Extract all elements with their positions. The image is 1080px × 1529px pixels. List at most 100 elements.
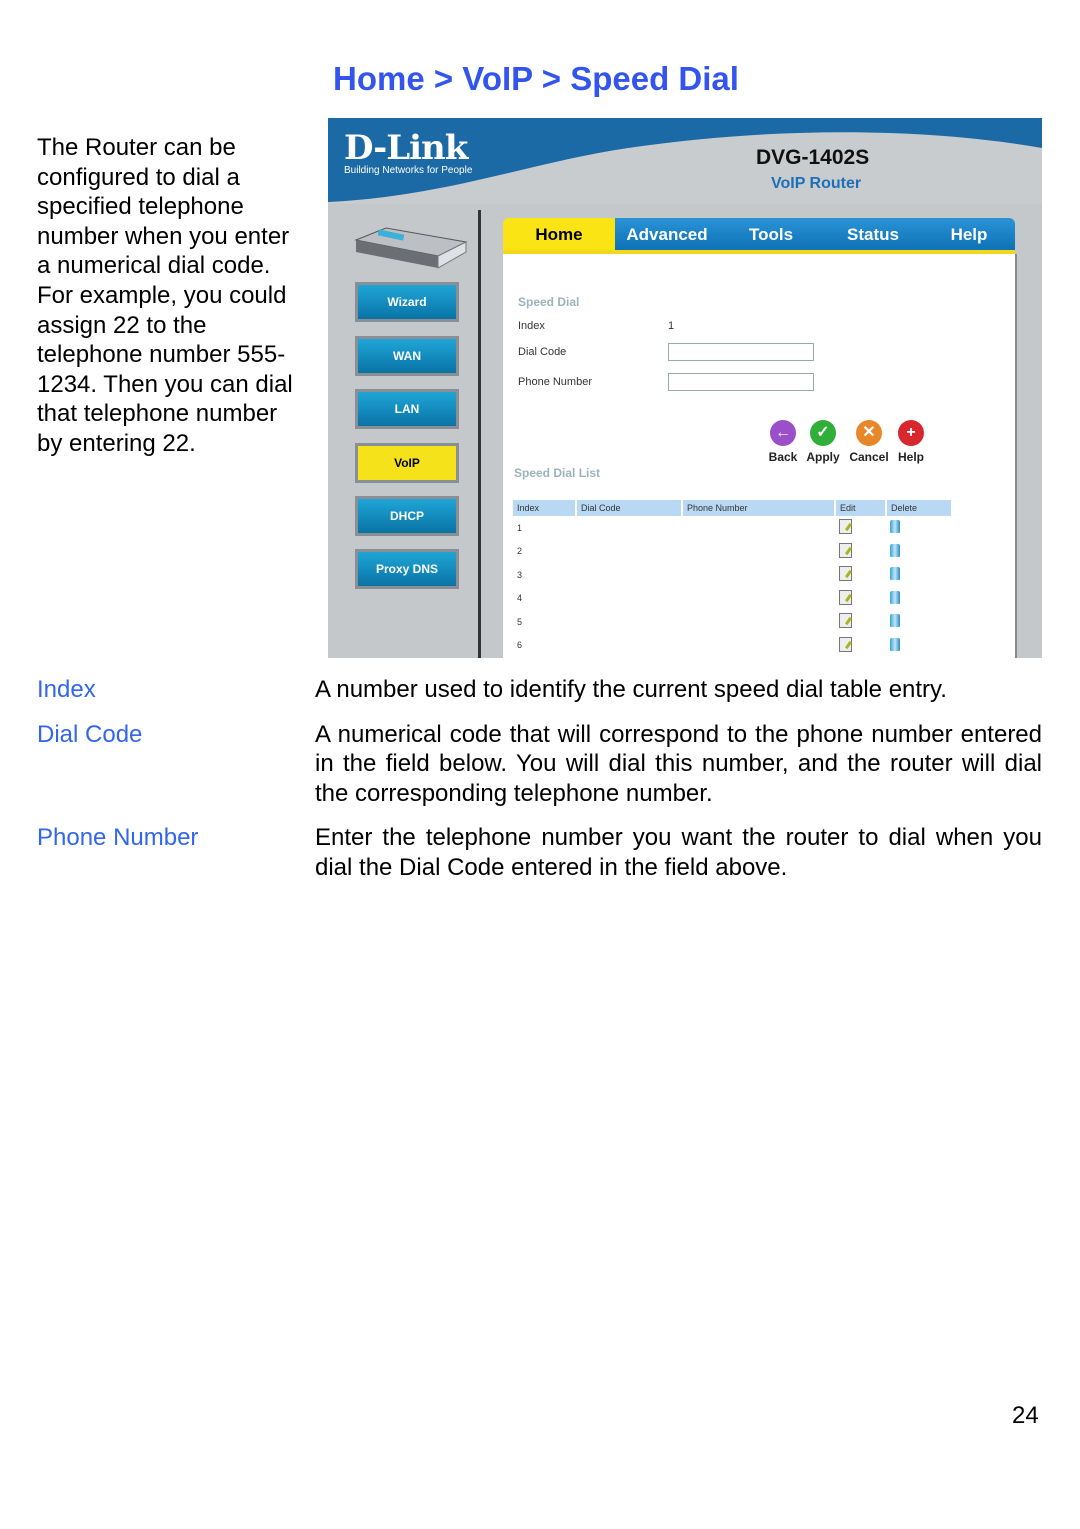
sidebar-label: Proxy DNS: [375, 562, 439, 576]
index-label: Index: [518, 320, 545, 332]
trash-icon[interactable]: [890, 520, 900, 534]
trash-icon[interactable]: [890, 543, 900, 557]
sidebar-label: Wizard: [387, 295, 427, 309]
phone-number-input[interactable]: [668, 373, 814, 391]
edit-icon[interactable]: [839, 636, 852, 652]
definition-description: Enter the telephone number you want the …: [315, 824, 1042, 881]
cell-dial-code: [576, 563, 682, 587]
definition-term: Dial Code: [37, 720, 143, 748]
table-header-row: Index Dial Code Phone Number Edit Delete: [513, 500, 953, 516]
sidebar-lan-button[interactable]: LAN: [355, 389, 459, 429]
phone-number-label: Phone Number: [518, 376, 592, 388]
index-value: 1: [668, 320, 675, 332]
action-label: Help: [897, 450, 924, 464]
definition-list: Index A number used to identify the curr…: [37, 675, 1042, 898]
trash-icon[interactable]: [890, 590, 900, 604]
trash-icon[interactable]: [890, 567, 900, 581]
definition-dial-code: Dial Code A numerical code that will cor…: [37, 720, 1042, 809]
table-row: 6: [513, 634, 952, 658]
column-header: Edit: [835, 500, 887, 516]
table-row: 2: [513, 540, 952, 564]
table-row: 3: [513, 563, 952, 587]
cell-phone-number: [682, 540, 835, 564]
router-device-icon: [354, 227, 468, 269]
tab-help[interactable]: Help: [923, 218, 1015, 252]
sidebar-wan-button[interactable]: WAN: [355, 336, 459, 376]
model-subtitle: VoIP Router: [771, 175, 862, 192]
edit-icon[interactable]: [839, 566, 852, 582]
cell-phone-number: [682, 587, 835, 611]
definition-description: A numerical code that will correspond to…: [315, 720, 1042, 807]
definition-term: Index: [37, 676, 96, 703]
speed-dial-list-title: Speed Dial List: [514, 466, 601, 480]
speed-dial-table: Index Dial Code Phone Number Edit Delete…: [513, 500, 953, 657]
sidebar-label: DHCP: [389, 509, 424, 523]
cell-index: 5: [517, 616, 523, 627]
plus-icon: +: [898, 420, 924, 446]
action-label: Cancel: [849, 450, 889, 464]
tab-label: Home: [535, 225, 583, 244]
dial-code-label: Dial Code: [518, 346, 567, 358]
model-name: DVG-1402S: [756, 146, 870, 169]
checkmark-icon: ✓: [810, 420, 836, 446]
cell-dial-code: [576, 516, 682, 540]
cell-dial-code: [576, 540, 682, 564]
cell-index: 1: [517, 522, 523, 533]
table-row: 4: [513, 587, 952, 611]
tab-advanced[interactable]: Advanced: [615, 218, 719, 252]
router-screenshot: D-Link Building Networks for People DVG-…: [328, 118, 1042, 658]
cell-dial-code: [576, 587, 682, 611]
table-row: 1: [513, 516, 952, 540]
action-buttons: ← Back ✓ Apply ✕ Cancel + Help: [763, 420, 943, 470]
dial-code-input[interactable]: [668, 343, 814, 361]
sidebar-wizard-button[interactable]: Wizard: [355, 282, 459, 322]
edit-icon[interactable]: [839, 519, 852, 535]
speed-dial-section-title: Speed Dial: [518, 295, 580, 309]
intro-paragraph: The Router can be configured to dial a s…: [37, 134, 293, 457]
trash-icon[interactable]: [890, 614, 900, 628]
cell-index: 6: [517, 640, 523, 651]
sidebar-label: VoIP: [394, 456, 420, 470]
edit-icon[interactable]: [839, 589, 852, 605]
content-panel: Speed Dial Index 1 Dial Code Phone Numbe…: [503, 254, 1017, 658]
definition-index: Index A number used to identify the curr…: [37, 675, 1042, 705]
back-arrow-icon: ←: [770, 420, 796, 446]
cancel-button[interactable]: ✕ Cancel: [849, 420, 889, 464]
tagline: Building Networks for People: [344, 165, 473, 176]
router-banner: D-Link Building Networks for People DVG-…: [328, 118, 1042, 204]
column-header: Dial Code: [576, 500, 683, 516]
sidebar-proxy-dns-button[interactable]: Proxy DNS: [355, 549, 459, 589]
page-number: 24: [1012, 1402, 1039, 1429]
tab-label: Tools: [748, 225, 794, 244]
tab-label: Advanced: [626, 225, 708, 244]
edit-icon[interactable]: [839, 613, 852, 629]
tab-tools[interactable]: Tools: [719, 218, 823, 252]
definition-phone-number: Phone Number Enter the telephone number …: [37, 823, 1042, 882]
cell-dial-code: [576, 634, 682, 658]
sidebar-voip-button[interactable]: VoIP: [355, 443, 459, 483]
tab-label: Status: [847, 225, 899, 244]
sidebar-divider: [478, 210, 481, 658]
column-header: Index: [513, 500, 577, 516]
x-icon: ✕: [856, 420, 882, 446]
tab-home[interactable]: Home: [503, 218, 615, 252]
tab-status[interactable]: Status: [823, 218, 923, 252]
back-button[interactable]: ← Back: [763, 420, 803, 464]
sidebar-label: LAN: [394, 402, 420, 416]
edit-icon[interactable]: [839, 542, 852, 558]
page-title-breadcrumb: Home > VoIP > Speed Dial: [333, 60, 739, 97]
cell-index: 3: [517, 569, 523, 580]
sidebar-dhcp-button[interactable]: DHCP: [355, 496, 459, 536]
action-label: Back: [768, 450, 798, 464]
dlink-logo: D-Link: [344, 128, 468, 168]
cell-phone-number: [682, 610, 835, 634]
action-label: Apply: [806, 450, 840, 464]
definition-term: Phone Number: [37, 824, 199, 852]
apply-button[interactable]: ✓ Apply: [803, 420, 843, 464]
trash-icon[interactable]: [890, 637, 900, 651]
cell-phone-number: [682, 563, 835, 587]
help-button[interactable]: + Help: [891, 420, 931, 464]
cell-dial-code: [576, 610, 682, 634]
table-row: 5: [513, 610, 952, 634]
column-header: Phone Number: [682, 500, 836, 516]
